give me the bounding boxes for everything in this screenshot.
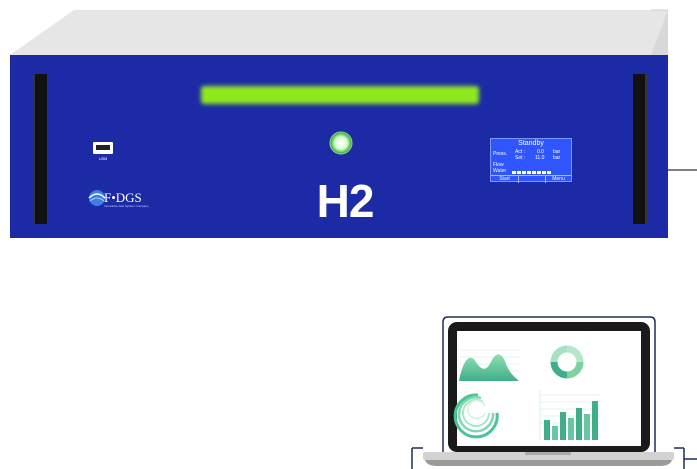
lcd-water-level-bar <box>512 171 552 174</box>
power-button[interactable] <box>329 131 353 155</box>
usb-label: USB <box>98 156 108 161</box>
lcd-status-title: Standby <box>518 140 544 147</box>
lcd-menu-button[interactable]: Menu <box>546 176 571 183</box>
lcd-press-label: Press. <box>493 151 508 157</box>
lcd-set-unit: bar <box>553 155 561 161</box>
lcd-set-label: Set : <box>515 155 526 161</box>
lcd-start-button[interactable]: Start <box>491 176 519 183</box>
chassis-top <box>10 10 668 55</box>
device-illustration <box>10 9 697 469</box>
lcd-display: Standby Press. Act : 0.0 bar Set : 11.0 … <box>490 138 572 183</box>
model-label: H2 <box>316 175 375 227</box>
rack-handle-right <box>633 74 647 224</box>
brand-logo-tagline: Innovative Gas System Company <box>104 204 149 208</box>
status-light-bar <box>201 86 479 104</box>
rack-handle-left <box>33 74 47 224</box>
lcd-water-label: Water <box>493 168 507 174</box>
lcd-button-row: Start Menu <box>491 175 571 183</box>
lcd-set-value: 11.0 <box>535 155 545 161</box>
lcd-empty-button[interactable] <box>519 176 546 183</box>
